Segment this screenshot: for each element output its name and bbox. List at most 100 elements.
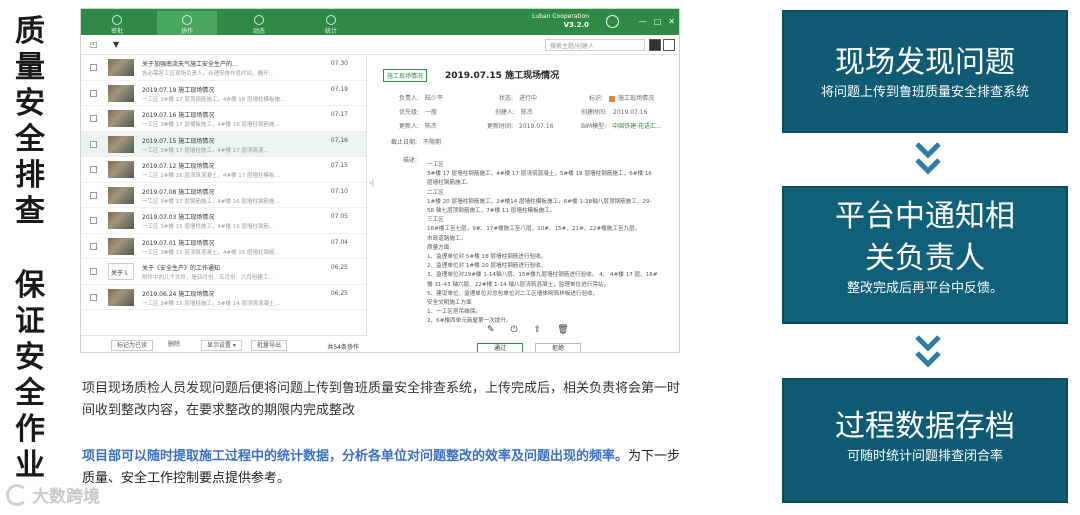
desc-line: 58 轴七层顶钢筋施工，7#楼 11 层墙柱模板施工。 <box>427 208 556 215</box>
export-icon[interactable]: ⇪ <box>534 325 542 335</box>
field-label: 标识: 施工现场情况 <box>589 93 654 102</box>
search-input[interactable]: 搜索主题/创建人 <box>545 39 645 51</box>
nav-activity[interactable]: 动态 <box>229 11 289 35</box>
select-all-icon[interactable]: ◰ <box>90 40 98 49</box>
collaboration-list: 关于加强南流天气施工安全生产的... 各必需各工区现场负责人，合理安排作息时间，确… <box>81 55 367 335</box>
list-item[interactable]: 2019.07.08 施工现场情况 一工区 3#楼 17 层钢筋施工，4#楼 16… <box>81 183 366 208</box>
delete-button[interactable]: 删除 <box>163 340 185 351</box>
field-value[interactable]: 中国铁建·花语汇... <box>612 123 662 130</box>
row-date: 07.17 <box>330 111 348 118</box>
statistics-icon <box>326 15 336 25</box>
desc-line: 市政道路施工。 <box>427 235 467 242</box>
filter-icon[interactable]: ▼ <box>113 40 119 49</box>
row-checkbox[interactable] <box>90 166 97 173</box>
row-checkbox[interactable] <box>90 140 97 148</box>
list-item[interactable]: 2019.07.16 施工现场情况 一工区 3#楼 17 层楼板施工，4#楼 18… <box>81 106 366 132</box>
list-item[interactable]: 2019.07.03 施工现场情况 一工区 3#楼 15 层墙柱施工，4#楼 16… <box>81 208 366 234</box>
row-summary: 一工区 3#楼 15 层浇筑混凝土，4#楼 15 层墙柱钢筋... <box>142 249 280 256</box>
app-version: V3.2.0 <box>563 21 589 29</box>
row-checkbox[interactable] <box>90 268 97 275</box>
detail-tag: 施工现场情况 <box>383 69 428 82</box>
nav-collaboration[interactable]: 协作 <box>157 11 217 35</box>
minimize-button[interactable]: — <box>639 17 647 26</box>
field-value: 陈杰 <box>521 109 534 116</box>
window-controls: — □ ✕ <box>639 17 675 26</box>
desc-line: 楼 31-43 轴六层、22#楼 1-14 轴八层浇筑混凝土，监理单位进行旁站。 <box>427 281 610 288</box>
grid-view-button[interactable] <box>663 39 675 51</box>
row-checkbox[interactable] <box>90 217 97 224</box>
field-creator: 创建人: 陈杰 <box>495 107 533 116</box>
nav-approval[interactable]: 审批 <box>87 11 147 35</box>
field-owner: 负责人: 陆少平 <box>399 93 443 102</box>
approval-icon <box>112 15 122 25</box>
step-card-archive: 过程数据存档 可随时统计问题排查闭合率 <box>782 378 1068 503</box>
reject-button[interactable]: 拒绝 <box>535 343 581 352</box>
activity-icon <box>254 15 264 25</box>
row-checkbox[interactable] <box>90 191 97 199</box>
batch-export-button[interactable]: 批量导出 <box>251 340 288 351</box>
row-checkbox[interactable] <box>90 242 97 250</box>
row-title: 2019.07.15 施工现场情况 <box>142 137 215 145</box>
row-checkbox[interactable] <box>90 64 97 71</box>
row-summary: 一工区 3#楼 15 层墙柱施工，5#楼 14 层浇筑混凝土... <box>142 300 280 307</box>
field-updater: 更新人: 陈杰 <box>399 121 437 130</box>
nav-statistics[interactable]: 统计 <box>301 11 361 35</box>
desc-line: 质量方面: <box>427 244 452 251</box>
row-checkbox[interactable] <box>90 89 97 97</box>
chat-icon[interactable] <box>606 15 619 28</box>
desc-line: 二工区 <box>427 189 444 196</box>
row-summary: 一工区 3#楼 17 层钢筋施工，4#楼 16 层墙柱钢筋施... <box>142 198 280 205</box>
approve-button[interactable]: 通过 <box>477 343 523 352</box>
display-settings-button[interactable]: 显示设置 ▾ <box>201 340 242 351</box>
collapse-panel-icon[interactable]: ‹| <box>369 179 374 187</box>
list-item[interactable]: 关于ｌ 关于《安全生产》的工作通知 附件中的几个文件，是四月份、五月份、六月份建工.… <box>81 259 366 285</box>
row-date: 07.19 <box>330 85 348 93</box>
row-date: 07.16 <box>330 136 348 144</box>
row-title: 2019.07.16 施工现场情况 <box>142 112 215 119</box>
list-item[interactable]: 2019.07.01 施工现场情况 一工区 3#楼 15 层浇筑混凝土，4#楼 1… <box>81 234 366 259</box>
desc-line: 安全文明施工方面 <box>427 300 472 307</box>
field-key: 更新人: <box>399 123 420 130</box>
field-created-time: 创建时间: 2019.07.16 <box>581 107 647 116</box>
mark-read-button[interactable]: 标记为已读 <box>111 340 154 351</box>
field-key: 创建人: <box>495 109 516 116</box>
card-title: 现场发现问题 <box>835 45 1015 80</box>
vertical-title-char: 全 <box>15 376 45 411</box>
row-summary: 一工区 3#楼 17 层顶钢筋施工，4#楼 18 层墙柱模板施... <box>142 96 286 103</box>
list-item[interactable]: 关于加强南流天气施工安全生产的... 各必需各工区现场负责人，合理安排作息时间，确… <box>81 55 366 81</box>
vertical-title-char: 安 <box>15 340 45 375</box>
list-item[interactable]: 2019.07.19 施工现场情况 一工区 3#楼 17 层顶钢筋施工，4#楼 1… <box>81 81 366 106</box>
vertical-title-char: 证 <box>15 304 45 339</box>
list-item[interactable]: 2019.07.15 施工现场情况 一工区 3#楼 17 层墙柱施工，4#楼 17… <box>81 131 366 157</box>
desc-line: 1#楼 20 层墙柱钢筋施工，2#楼14 层墙柱模板施工，6#楼 1-28轴八层… <box>427 198 652 205</box>
row-checkbox[interactable] <box>90 115 97 122</box>
app-brand: Luban Cooperation V3.2.0 <box>532 13 589 30</box>
field-value: 2019.07.16 <box>519 123 554 130</box>
field-value: 陈杰 <box>425 123 438 130</box>
vertical-title-char: 安 <box>15 86 45 121</box>
row-date: 07.15 <box>330 162 348 169</box>
intro-paragraph: 项目现场质检人员发现问题后便将问题上传到鲁班质量安全排查系统，上传完成后，相关负… <box>82 381 681 418</box>
field-deadline: 截止日期: 不限期 <box>391 137 441 146</box>
row-thumbnail <box>108 59 134 76</box>
row-date: 07.05 <box>330 213 348 220</box>
vertical-title-char: 业 <box>15 448 45 483</box>
vertical-title: 质 量 安 全 排 查 保 证 安 全 作 业 <box>8 14 52 484</box>
edit-icon[interactable]: ✎ <box>487 325 495 335</box>
close-button[interactable]: ✕ <box>668 17 675 26</box>
nav-label: 动态 <box>252 28 265 35</box>
list-item[interactable]: 2019.07.12 施工现场情况 一工区 1#楼 16 层浇筑混凝土，4#楼 1… <box>81 157 366 183</box>
power-icon[interactable]: ⏻ <box>511 325 518 335</box>
list-item[interactable]: 2019.06.24 施工现场情况 一工区 3#楼 15 层墙柱施工，5#楼 14… <box>81 285 366 310</box>
detail-actions: ✎ ⏻ ⇪ 🗑 <box>487 325 569 335</box>
row-summary: 一工区 1#楼 16 层浇筑混凝土，4#楼 17 层墙柱模板... <box>142 173 280 179</box>
row-thumbnail <box>108 110 134 127</box>
list-view-button[interactable] <box>649 39 661 51</box>
list-count: 共54条协作 <box>327 344 359 351</box>
maximize-button[interactable]: □ <box>654 17 662 26</box>
field-value: 进行中 <box>519 95 538 102</box>
card-title: 过程数据存档 <box>835 409 1015 444</box>
trash-icon[interactable]: 🗑 <box>557 325 568 335</box>
row-checkbox[interactable] <box>90 293 97 301</box>
nav-label: 协作 <box>180 28 193 35</box>
